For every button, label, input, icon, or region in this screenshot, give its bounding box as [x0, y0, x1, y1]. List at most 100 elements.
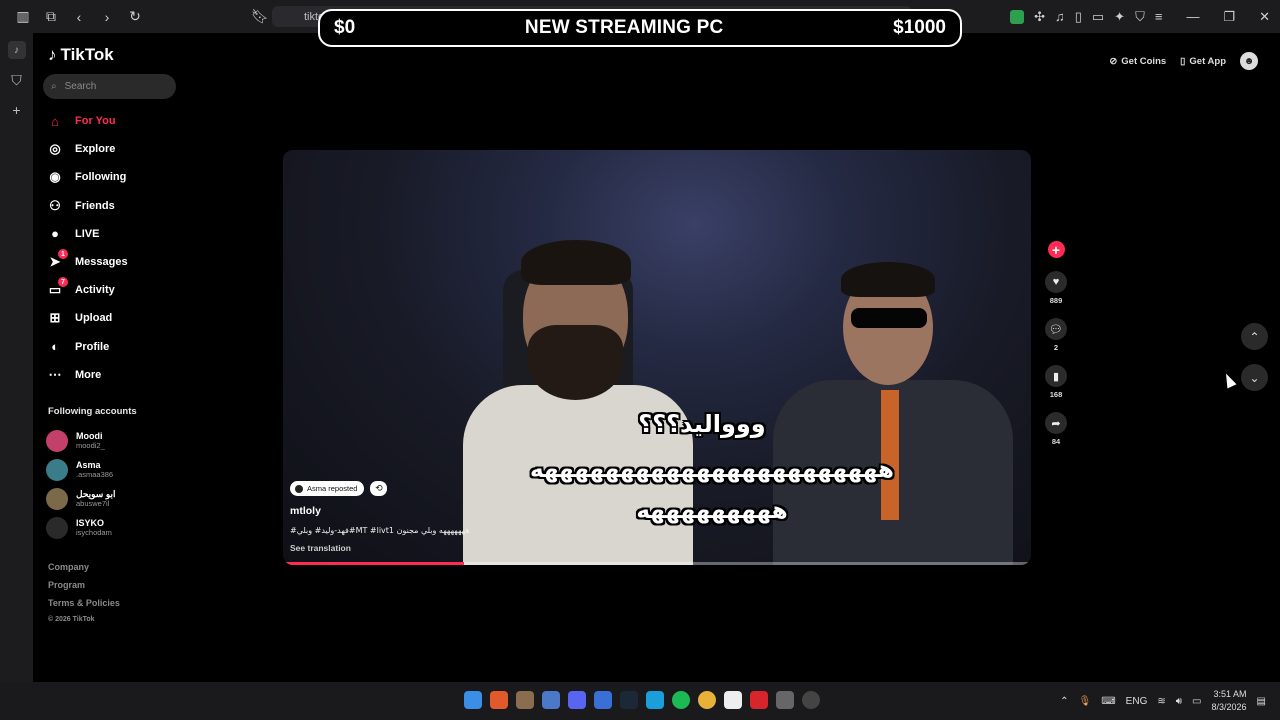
- forward-button[interactable]: ›: [96, 6, 118, 28]
- sparkle-icon[interactable]: ✦: [1114, 9, 1125, 25]
- app-icon[interactable]: [750, 691, 768, 709]
- tiktok-logo[interactable]: ♪ TikTok: [48, 45, 114, 65]
- nav-item-label: Friends: [75, 199, 115, 212]
- get-app-label: Get App: [1189, 55, 1226, 67]
- save-count: 168: [1049, 390, 1063, 399]
- get-app-button[interactable]: ▯ Get App: [1180, 56, 1226, 67]
- follow-plus-button[interactable]: +: [1047, 241, 1065, 258]
- notification-badge: 1: [58, 249, 68, 260]
- shield-icon[interactable]: ⛉: [1135, 9, 1145, 25]
- following-account[interactable]: ابو سويحل abuswe7il: [46, 484, 115, 513]
- app-icon[interactable]: [594, 691, 612, 709]
- avatar: [46, 516, 68, 539]
- tray-chevron-icon[interactable]: ⌃: [1060, 696, 1068, 707]
- volume-icon[interactable]: 🔊︎: [1176, 696, 1182, 707]
- sidebar-toggle-icon[interactable]: ▥: [12, 6, 34, 28]
- repost-pill[interactable]: Asma reposted: [290, 481, 365, 496]
- nav-item-label: More: [75, 368, 102, 381]
- share-icon: ➦: [1051, 417, 1061, 430]
- extension-icon[interactable]: [1010, 9, 1025, 24]
- footer-link-program[interactable]: Program: [48, 580, 120, 598]
- sidebar-icon[interactable]: ▯: [1075, 9, 1082, 25]
- video-caption-line2: هههههههههههههههههههههههه: [530, 457, 894, 483]
- nav-item-messages[interactable]: ➤ 1 Messages: [45, 248, 185, 276]
- share-count: 84: [1051, 437, 1061, 446]
- previous-video-button[interactable]: ⌃: [1241, 323, 1268, 350]
- nav-item-upload[interactable]: ⊞ Upload: [45, 304, 185, 332]
- app-icon[interactable]: [802, 691, 820, 709]
- following-avatar-icon: ◉: [49, 169, 61, 185]
- nav-item-live[interactable]: ● LIVE: [45, 220, 185, 248]
- clock[interactable]: 3:51 AM 8/3/2026: [1212, 688, 1247, 714]
- battery-icon[interactable]: ▭: [1192, 696, 1201, 707]
- tiktok-tab-icon[interactable]: ♪: [7, 41, 26, 59]
- file-app-icon[interactable]: [724, 691, 742, 709]
- action-rail: + ♥ 889 💬︎ 2 ▮ 168 ➦ 84: [1044, 240, 1068, 446]
- video-progress-bar[interactable]: [286, 562, 1028, 565]
- nav-item-following[interactable]: ◉ Following: [45, 163, 185, 191]
- settings-app-icon[interactable]: [776, 691, 794, 709]
- wallet-icon[interactable]: ▭: [1092, 9, 1104, 25]
- language-indicator[interactable]: ENG: [1126, 696, 1148, 707]
- next-video-button[interactable]: ⌄: [1241, 364, 1268, 391]
- menu-icon[interactable]: ≡: [1155, 9, 1163, 24]
- video-author[interactable]: mtloly: [290, 505, 321, 517]
- stream-goal-banner: $0 NEW STREAMING PC $1000: [318, 9, 962, 47]
- music-icon[interactable]: ♫: [1055, 9, 1065, 24]
- save-button[interactable]: ▮: [1045, 365, 1067, 387]
- banner-right-value: $1000: [893, 17, 946, 38]
- wifi-icon[interactable]: ≋: [1157, 696, 1165, 707]
- footer-link-company[interactable]: Company: [48, 562, 120, 580]
- banner-title: NEW STREAMING PC: [524, 17, 724, 38]
- app-icon[interactable]: [516, 691, 534, 709]
- shield-tab-icon[interactable]: ⛉: [8, 71, 26, 89]
- following-account[interactable]: Moodi moodi2_: [46, 426, 115, 455]
- nav-item-profile[interactable]: ◐ Profile: [45, 333, 185, 361]
- comment-button[interactable]: 💬︎: [1045, 318, 1067, 340]
- maximize-button[interactable]: ❐: [1223, 9, 1235, 25]
- repost-icon[interactable]: ⟲: [370, 481, 388, 496]
- see-translation-link[interactable]: See translation: [290, 543, 351, 553]
- more-icon: ⋯: [48, 366, 62, 382]
- shield-app-icon[interactable]: [542, 691, 560, 709]
- nav-item-more[interactable]: ⋯ More: [45, 361, 185, 389]
- search-input[interactable]: ⌕ Search: [43, 74, 176, 99]
- reload-button[interactable]: ↻: [124, 6, 146, 28]
- nav-item-label: Following: [75, 171, 127, 184]
- banner-left-value: $0: [334, 17, 356, 38]
- search-icon: ⌕: [51, 81, 57, 92]
- following-account[interactable]: Asma .asmaa386: [46, 455, 115, 484]
- add-tab-icon[interactable]: +: [8, 101, 26, 119]
- like-button[interactable]: ♥: [1045, 271, 1067, 293]
- chrome-app-icon[interactable]: [698, 691, 716, 709]
- comment-count: 2: [1053, 343, 1059, 352]
- bookmark-icon[interactable]: 🔖︎: [249, 5, 271, 27]
- puzzle-icon[interactable]: ✣: [1034, 9, 1045, 25]
- share-button[interactable]: ➦: [1045, 412, 1067, 434]
- close-button[interactable]: ✕: [1259, 9, 1270, 25]
- following-account[interactable]: ISYKO isychodam: [46, 513, 115, 542]
- steam-app-icon[interactable]: [620, 691, 638, 709]
- tabs-icon[interactable]: ⧉: [40, 6, 62, 28]
- nav-item-friends[interactable]: ⚇ Friends: [45, 192, 185, 220]
- mic-icon[interactable]: 🎙︎: [1079, 696, 1092, 707]
- discord-app-icon[interactable]: [568, 691, 586, 709]
- spotify-app-icon[interactable]: [672, 691, 690, 709]
- notification-icon[interactable]: ▤: [1257, 696, 1266, 707]
- get-coins-button[interactable]: ⊘ Get Coins: [1109, 56, 1166, 67]
- minimize-button[interactable]: —: [1186, 9, 1199, 24]
- heart-icon: ♥: [1052, 276, 1060, 288]
- start-icon[interactable]: [464, 691, 482, 709]
- nav-item-activity[interactable]: ▭ 7 Activity: [45, 276, 185, 304]
- nav-item-explore[interactable]: ◎ Explore: [45, 135, 185, 163]
- notification-badge: 7: [58, 277, 68, 288]
- keyboard-icon[interactable]: ⌨: [1101, 696, 1115, 707]
- nav-item-for-you[interactable]: ⌂ For You: [45, 107, 185, 135]
- brave-app-icon[interactable]: [490, 691, 508, 709]
- edge-app-icon[interactable]: [646, 691, 664, 709]
- video-player[interactable]: ووواليد؟؟؟ هههههههههههههههههههههههه هههه…: [283, 150, 1031, 565]
- footer-link-terms[interactable]: Terms & Policies: [48, 598, 120, 616]
- repost-label: Asma reposted: [307, 484, 358, 493]
- back-button[interactable]: ‹: [68, 6, 90, 28]
- user-avatar[interactable]: ☻: [1240, 52, 1258, 70]
